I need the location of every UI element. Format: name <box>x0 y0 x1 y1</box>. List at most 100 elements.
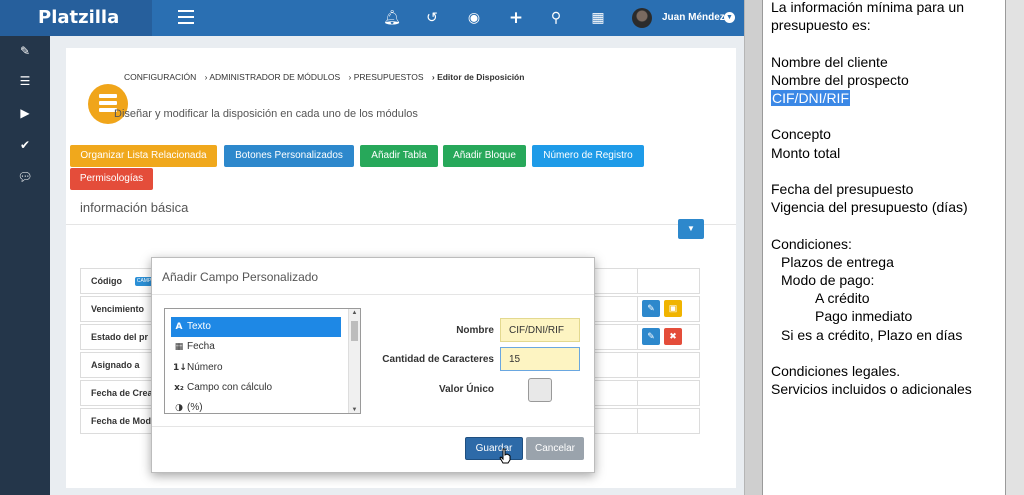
note-line: presupuesto es: <box>771 17 871 34</box>
list-item[interactable]: x₂ Campo con cálculo <box>171 378 341 398</box>
list-item[interactable]: ◑ (%) <box>171 398 341 413</box>
save-button[interactable]: Guardar <box>465 437 523 460</box>
organize-related-list-button[interactable]: Organizar Lista Relacionada <box>70 145 217 167</box>
edit-icon[interactable]: ✎ <box>0 38 50 64</box>
field-type-list[interactable]: A Texto ▦ Fecha 1↓ Número x₂ Campo con c… <box>164 308 361 414</box>
search-icon[interactable]: ⚲ <box>546 8 566 28</box>
sidebar: ✎ ☰ ▶ ✔ 💬︎ <box>0 36 50 495</box>
row-actions <box>637 352 699 378</box>
row-actions <box>637 268 699 294</box>
note-line: Fecha del presupuesto <box>771 181 914 197</box>
note-line: Monto total <box>771 144 841 161</box>
note-line: A crédito <box>815 290 870 307</box>
hand-cursor-icon <box>499 448 511 464</box>
highlighted-note-line: CIF/DNI/RIF <box>771 90 850 106</box>
list-item[interactable]: ▦ Fecha <box>171 337 341 357</box>
note-line: Concepto <box>771 126 831 143</box>
note-line: Modo de pago: <box>781 272 875 288</box>
row-actions <box>637 408 699 434</box>
block-options-dropdown[interactable]: ▼ <box>678 219 704 239</box>
lock-icon[interactable]: ▣ <box>664 300 682 317</box>
top-bar: Platzilla 🔔︎ ↺ ◉ + ⚲ ▦ Juan Méndez ▼ <box>0 0 744 36</box>
note-line: La información mínima para un <box>771 0 964 15</box>
list-item-label: Texto <box>187 321 211 332</box>
chars-field[interactable] <box>500 347 580 371</box>
chevron-down-icon[interactable]: ▼ <box>724 12 735 23</box>
note-line: Condiciones: <box>771 235 852 252</box>
list-item-label: Número <box>187 362 223 373</box>
note-line: Pago inmediato <box>815 308 913 325</box>
play-icon[interactable]: ▶ <box>0 100 50 126</box>
unique-value-checkbox[interactable] <box>528 378 552 402</box>
bell-icon[interactable]: 🔔︎ <box>382 8 402 28</box>
breadcrumb-item[interactable]: › PRESUPUESTOS <box>349 72 424 82</box>
window-edge <box>1006 0 1024 495</box>
user-name[interactable]: Juan Méndez <box>662 12 725 23</box>
list-item[interactable]: A Texto <box>171 317 341 337</box>
name-label: Nombre <box>456 325 494 336</box>
note-line: Condiciones legales. <box>771 363 901 379</box>
grid-icon[interactable]: ▦ <box>588 8 608 28</box>
formula-icon: x₂ <box>174 383 184 393</box>
section-title: información básica <box>80 200 189 215</box>
field-label: Asignado a <box>91 360 140 370</box>
note-line: Si es a crédito, Plazo en días <box>781 326 963 343</box>
row-actions: ✎ ✖ <box>637 324 699 350</box>
hamburger-menu-icon[interactable] <box>178 10 194 24</box>
note-line: Nombre del prospecto <box>771 71 909 88</box>
plus-icon[interactable]: + <box>506 8 526 28</box>
divider <box>152 294 594 295</box>
scroll-thumb[interactable] <box>351 321 358 341</box>
calendar-icon: ▦ <box>174 342 184 352</box>
eye-icon[interactable]: ◉ <box>464 8 484 28</box>
list-item-label: Campo con cálculo <box>187 382 273 393</box>
breadcrumb-item[interactable]: CONFIGURACIÓN <box>124 72 196 82</box>
note-line: Nombre del cliente <box>771 53 888 70</box>
edit-icon[interactable]: ✎ <box>642 300 660 317</box>
scroll-up-icon[interactable]: ▲ <box>349 310 360 316</box>
add-custom-field-dialog: Añadir Campo Personalizado A Texto ▦ Fec… <box>151 257 595 473</box>
row-actions: ✎ ▣ <box>637 296 699 322</box>
check-icon[interactable]: ✔ <box>0 132 50 158</box>
permissions-button[interactable]: Permisologías <box>70 168 153 190</box>
list-icon[interactable]: ☰ <box>0 68 50 94</box>
edit-icon[interactable]: ✎ <box>642 328 660 345</box>
page-subtitle: Diseñar y modificar la disposición en ca… <box>114 108 418 120</box>
unique-label: Valor Único <box>438 384 494 395</box>
note-line: Plazos de entrega <box>781 253 894 270</box>
name-field[interactable] <box>500 318 580 342</box>
breadcrumb: CONFIGURACIÓN › ADMINISTRADOR DE MÓDULOS… <box>124 72 530 82</box>
trash-icon[interactable]: ✖ <box>664 328 682 345</box>
text-icon: A <box>175 322 183 332</box>
number-icon: 1↓ <box>173 363 187 373</box>
app-window: Platzilla 🔔︎ ↺ ◉ + ⚲ ▦ Juan Méndez ▼ ✎ ☰… <box>0 0 744 495</box>
dialog-title: Añadir Campo Personalizado <box>162 270 319 284</box>
list-item[interactable]: 1↓ Número <box>171 358 341 378</box>
chat-icon[interactable]: 💬︎ <box>0 164 50 190</box>
list-item-label: (%) <box>187 402 203 413</box>
custom-buttons-button[interactable]: Botones Personalizados <box>224 145 354 167</box>
breadcrumb-item[interactable]: › ADMINISTRADOR DE MÓDULOS <box>205 72 341 82</box>
divider <box>66 224 736 225</box>
field-label: Fecha de Crea <box>91 388 153 398</box>
list-item-label: Fecha <box>187 341 215 352</box>
avatar[interactable] <box>632 8 652 28</box>
scroll-down-icon[interactable]: ▼ <box>349 407 360 413</box>
divider <box>152 426 594 427</box>
record-number-button[interactable]: Número de Registro <box>532 145 644 167</box>
history-icon[interactable]: ↺ <box>422 8 442 28</box>
window-scrollbar[interactable] <box>744 0 762 495</box>
field-label: Estado del pr <box>91 332 149 342</box>
brand-logo[interactable]: Platzilla <box>0 0 152 36</box>
note-line: Vigencia del presupuesto (días) <box>771 199 968 216</box>
row-actions <box>637 380 699 406</box>
field-label: Vencimiento <box>91 304 145 314</box>
field-label: Fecha de Mod <box>91 416 152 426</box>
add-block-button[interactable]: Añadir Bloque <box>443 145 526 167</box>
chars-label: Cantidad de Caracteres <box>382 354 494 365</box>
add-table-button[interactable]: Añadir Tabla <box>360 145 438 167</box>
notes-document: La información mínima para un presupuesto… <box>762 0 1006 495</box>
cancel-button[interactable]: Cancelar <box>526 437 584 460</box>
percent-icon: ◑ <box>175 403 183 413</box>
breadcrumb-current: › Editor de Disposición <box>431 72 525 82</box>
